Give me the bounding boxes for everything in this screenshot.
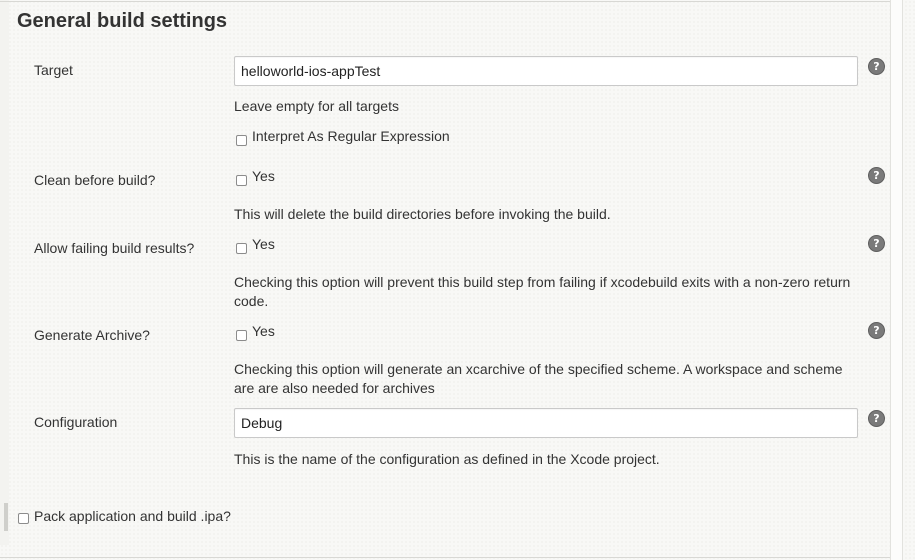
clean-checkbox-label[interactable]: Yes (252, 168, 275, 184)
clean-help-icon[interactable]: ? (868, 167, 885, 184)
configuration-input[interactable]: Debug (234, 408, 858, 438)
allow-failing-help-text: Checking this option will prevent this b… (234, 274, 851, 309)
target-label: Target (34, 62, 73, 78)
clean-checkbox[interactable] (236, 174, 247, 186)
regex-checkbox-row[interactable]: Interpret As Regular Expression (236, 127, 450, 147)
configuration-help-text: This is the name of the configuration as… (234, 451, 660, 467)
bottom-divider (0, 557, 890, 558)
allow-failing-checkbox-row[interactable]: Yes (236, 235, 275, 255)
pack-section-header: Pack application and build .ipa? (4, 503, 304, 531)
target-input[interactable]: helloworld-ios-appTest (234, 56, 858, 86)
clean-help-text: This will delete the build directories b… (234, 206, 611, 222)
pack-checkbox-label[interactable]: Pack application and build .ipa? (34, 508, 231, 524)
archive-checkbox[interactable] (236, 329, 247, 341)
build-settings-page: General build settings Target helloworld… (0, 0, 915, 560)
top-divider (0, 1, 890, 2)
pack-checkbox[interactable] (18, 512, 29, 524)
left-gutter (0, 0, 9, 545)
regex-checkbox[interactable] (236, 134, 247, 146)
archive-checkbox-row[interactable]: Yes (236, 322, 275, 342)
archive-label: Generate Archive? (34, 327, 150, 343)
archive-help-text: Checking this option will generate an xc… (234, 361, 843, 396)
pack-section-marker (4, 503, 8, 531)
allow-failing-help-icon[interactable]: ? (868, 235, 885, 252)
configuration-label: Configuration (34, 414, 118, 430)
clean-checkbox-row[interactable]: Yes (236, 167, 275, 187)
allow-failing-checkbox-label[interactable]: Yes (252, 236, 275, 252)
pack-checkbox-row[interactable]: Pack application and build .ipa? (18, 508, 231, 524)
right-scroll-gutter (890, 0, 903, 560)
target-help-text: Leave empty for all targets (234, 98, 399, 114)
regex-checkbox-label[interactable]: Interpret As Regular Expression (252, 128, 450, 144)
allow-failing-label: Allow failing build results? (34, 240, 195, 256)
archive-checkbox-label[interactable]: Yes (252, 323, 275, 339)
allow-failing-checkbox[interactable] (236, 242, 247, 254)
section-title: General build settings (17, 10, 228, 32)
clean-label: Clean before build? (34, 172, 156, 188)
target-help-icon[interactable]: ? (868, 58, 885, 75)
configuration-help-icon[interactable]: ? (868, 410, 885, 427)
archive-help-icon[interactable]: ? (868, 322, 885, 339)
